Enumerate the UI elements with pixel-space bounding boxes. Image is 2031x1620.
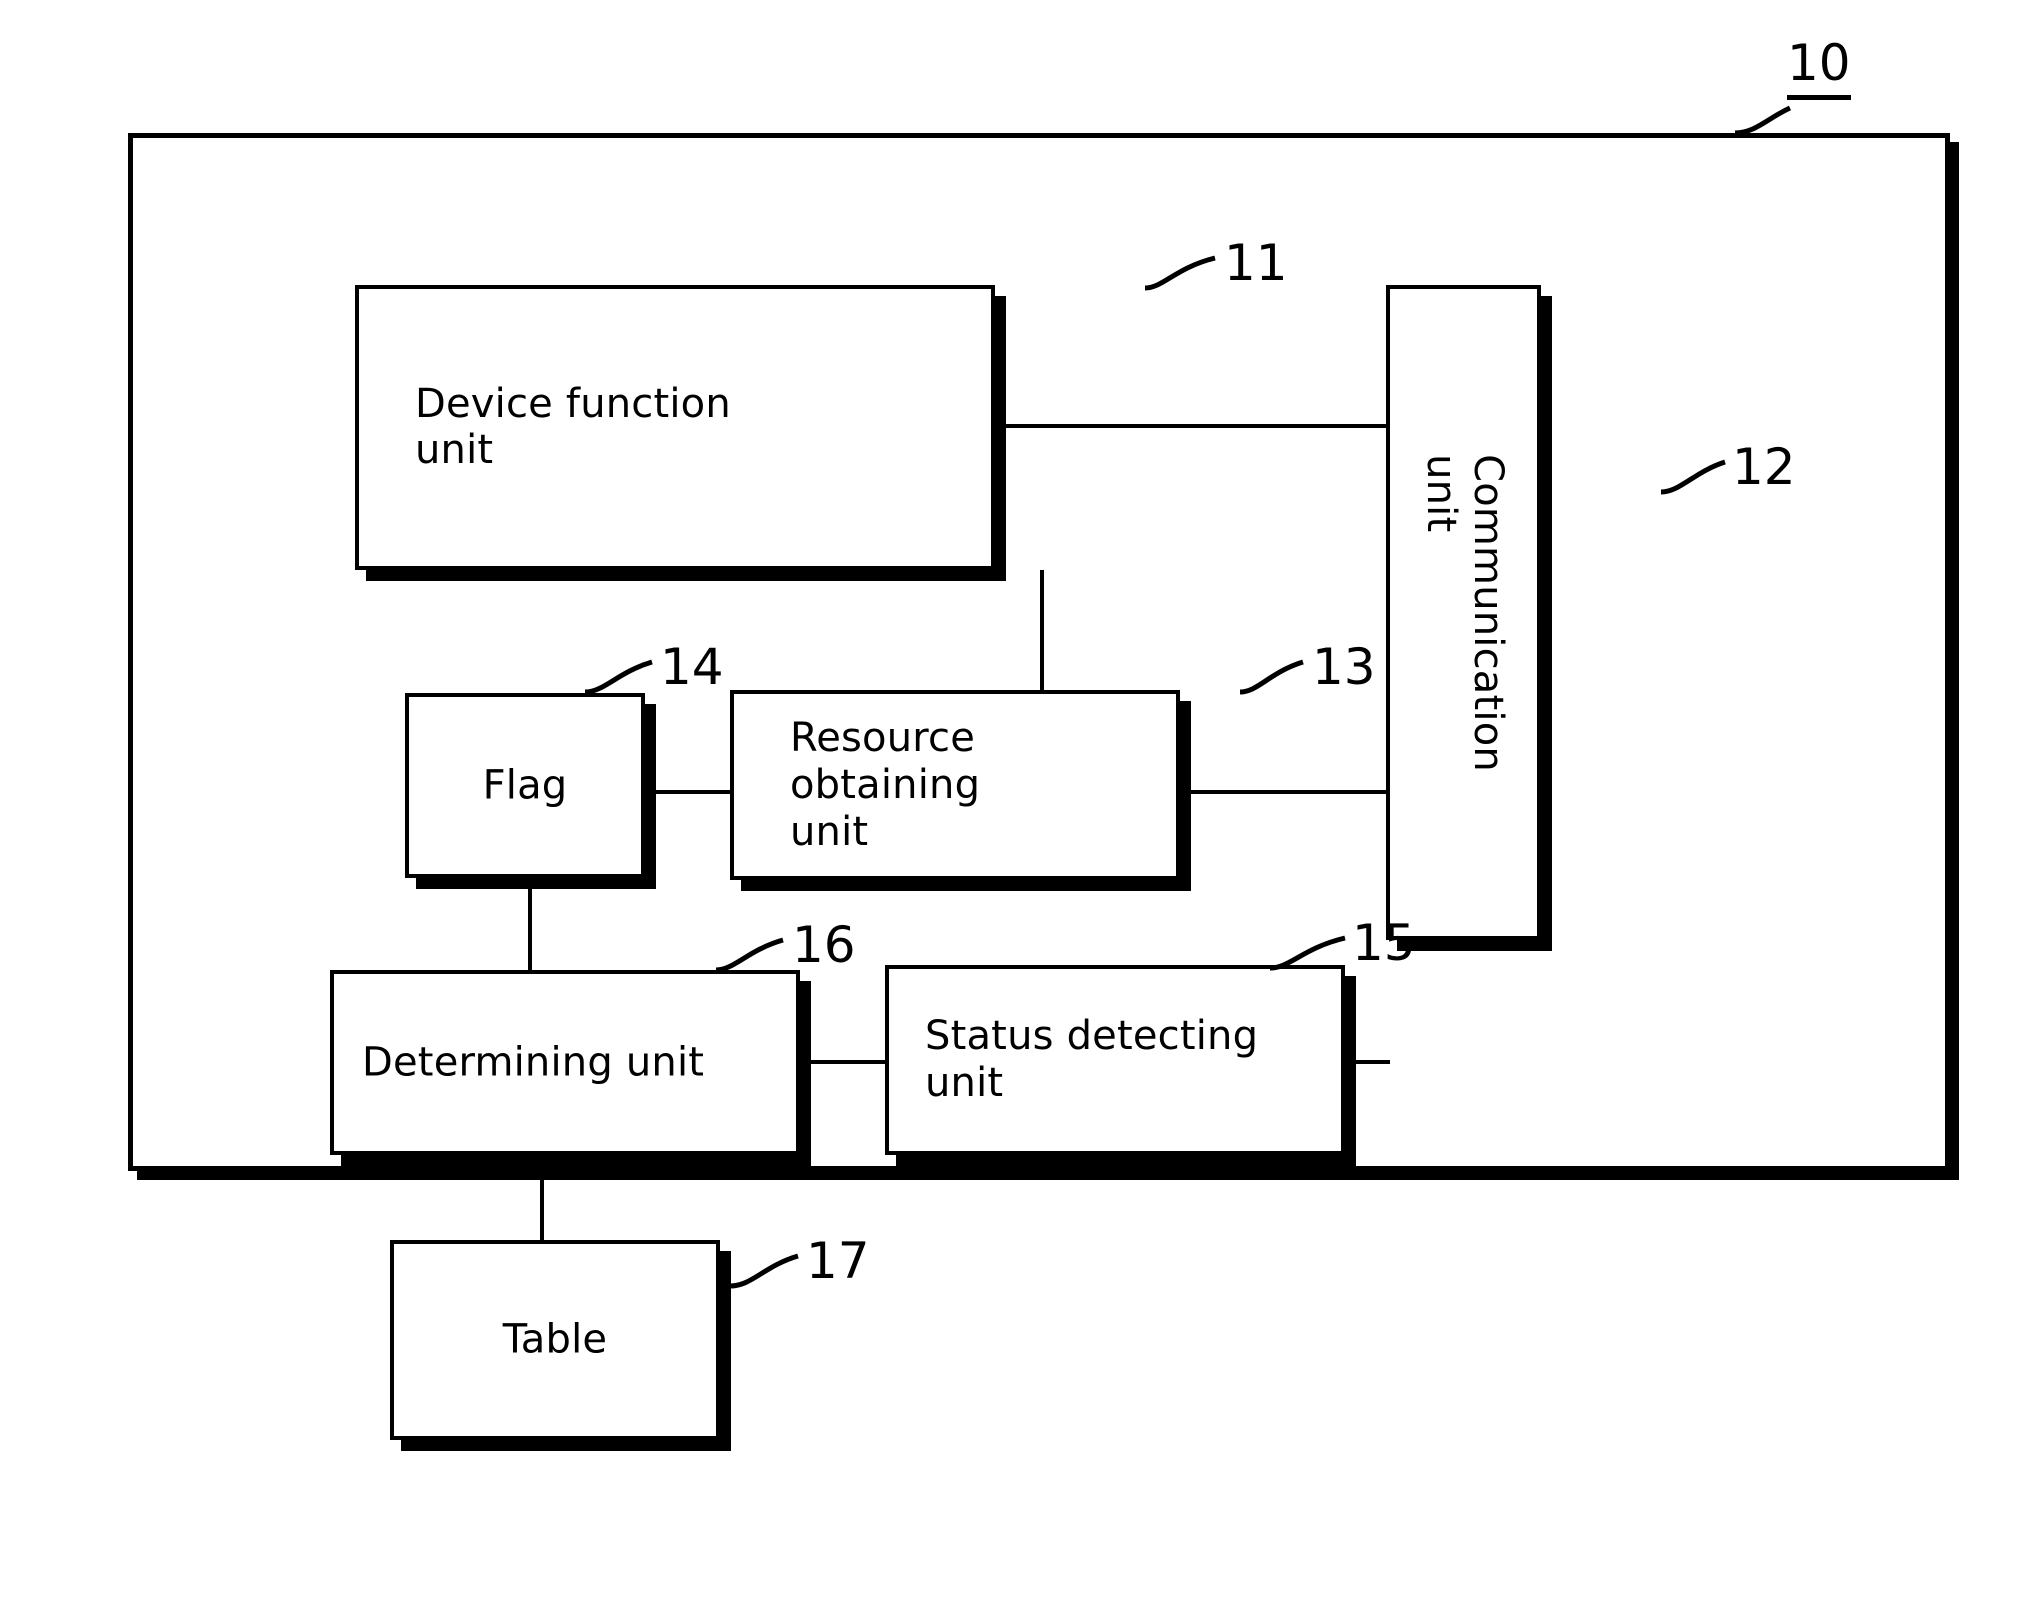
block-label-communication-unit: Communication unit xyxy=(1417,453,1511,772)
block-communication-unit[interactable]: Communication unit xyxy=(1386,285,1541,940)
block-label-device-function-unit: Device function unit xyxy=(415,380,731,474)
connector-determining-to-status xyxy=(800,1060,888,1064)
reference-numeral-11: 11 xyxy=(1224,234,1288,292)
block-label-table: Table xyxy=(502,1316,608,1363)
connector-resource-to-communication xyxy=(1180,790,1390,794)
block-determining-unit[interactable]: Determining unit xyxy=(330,970,800,1155)
block-label-determining-unit: Determining unit xyxy=(362,1039,705,1086)
block-label-flag: Flag xyxy=(482,762,568,809)
reference-numeral-12: 12 xyxy=(1732,438,1796,496)
connector-status-to-communication xyxy=(1345,1060,1390,1064)
connector-flag-to-resource xyxy=(645,790,733,794)
connector-flag-to-determining xyxy=(528,878,532,973)
reference-numeral-14: 14 xyxy=(660,638,724,696)
leader-17 xyxy=(729,1253,799,1289)
connector-device-function-to-communication xyxy=(995,424,1390,428)
patent-figure: 10 Device function unit Communication un… xyxy=(0,0,2031,1620)
connector-determining-to-table xyxy=(540,1155,544,1243)
block-status-detecting-unit[interactable]: Status detecting unit xyxy=(885,965,1345,1155)
block-table[interactable]: Table xyxy=(390,1240,720,1440)
connector-device-function-to-resource xyxy=(1040,570,1044,692)
reference-numeral-17: 17 xyxy=(806,1232,870,1290)
block-resource-obtaining-unit[interactable]: Resource obtaining unit xyxy=(730,690,1180,880)
reference-numeral-13: 13 xyxy=(1312,638,1376,696)
block-device-function-unit[interactable]: Device function unit xyxy=(355,285,995,570)
reference-numeral-10: 10 xyxy=(1787,38,1851,100)
reference-numeral-16: 16 xyxy=(792,916,856,974)
reference-numeral-15: 15 xyxy=(1352,914,1416,972)
leader-10 xyxy=(1734,105,1792,136)
block-label-resource-obtaining-unit: Resource obtaining unit xyxy=(790,714,981,855)
block-label-status-detecting-unit: Status detecting unit xyxy=(925,1013,1259,1106)
block-flag[interactable]: Flag xyxy=(405,693,645,878)
